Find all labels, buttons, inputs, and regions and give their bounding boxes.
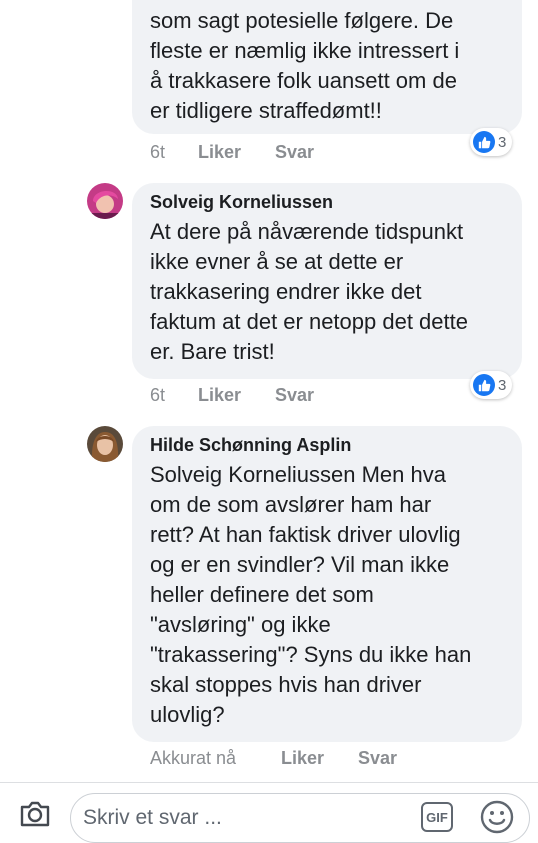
like-link[interactable]: Liker bbox=[198, 385, 275, 406]
reaction-badge[interactable]: 3 bbox=[470, 371, 513, 399]
comment-timestamp[interactable]: Akkurat nå bbox=[150, 748, 281, 769]
reply-link[interactable]: Svar bbox=[275, 142, 314, 163]
comment-bubble: Solveig Korneliussen At dere på nåværend… bbox=[132, 183, 522, 379]
comment-timestamp[interactable]: 6t bbox=[150, 142, 198, 163]
comment-actions: 6t Liker Svar bbox=[150, 385, 314, 406]
comment-text-line: At dere på nåværende tidspunkt bbox=[150, 219, 464, 244]
like-link[interactable]: Liker bbox=[198, 142, 275, 163]
comment-bubble: Hilde Schønning Asplin Solveig Kornelius… bbox=[132, 426, 522, 742]
like-link[interactable]: Liker bbox=[281, 748, 358, 769]
comment-author[interactable]: Solveig Korneliussen bbox=[150, 191, 506, 213]
comment-timestamp[interactable]: 6t bbox=[150, 385, 198, 406]
comment-text: At dere på nåværende tidspunkt ikke evne… bbox=[150, 217, 506, 367]
comment-text: Solveig Korneliussen Men hva om de som a… bbox=[150, 460, 506, 730]
avatar[interactable] bbox=[87, 426, 123, 462]
comment-actions: Akkurat nå Liker Svar bbox=[150, 748, 397, 769]
reply-input-placeholder: Skriv et svar ... bbox=[83, 806, 222, 829]
comment-bubble: som sagt potesielle følgere. De fleste e… bbox=[132, 0, 522, 134]
comment-text-line: fleste er næmlig ikke intressert i bbox=[150, 38, 460, 63]
reaction-count: 3 bbox=[498, 133, 507, 151]
comment-text-line: om de som avslører ham har bbox=[150, 492, 432, 517]
comment-text-line: rett? At han faktisk driver ulovlig bbox=[150, 522, 461, 547]
comment-text-line: trakkasering endrer ikke det bbox=[150, 279, 422, 304]
comment-text-line: er tidligere straffedømt!! bbox=[150, 98, 382, 123]
comment-actions: 6t Liker Svar bbox=[150, 142, 314, 163]
reply-composer: Skriv et svar ... GIF bbox=[0, 782, 538, 843]
comment-author[interactable]: Hilde Schønning Asplin bbox=[150, 434, 506, 456]
comment-text-line: faktum at det er netopp det dette bbox=[150, 309, 468, 334]
thumbs-up-icon bbox=[473, 374, 495, 396]
comment-text-line: og er en svindler? Vil man ikke bbox=[150, 552, 450, 577]
comment-text-line: Solveig Korneliussen Men hva bbox=[150, 462, 446, 487]
thumbs-up-icon bbox=[473, 131, 495, 153]
comment-text-line: ikke evner å se at dette er bbox=[150, 249, 404, 274]
comment-text-line: skal stoppes hvis han driver bbox=[150, 672, 422, 697]
comment-text-line: ulovlig? bbox=[150, 702, 225, 727]
reaction-count: 3 bbox=[498, 376, 507, 394]
emoji-icon[interactable] bbox=[479, 799, 515, 840]
reply-input[interactable]: Skriv et svar ... GIF bbox=[70, 793, 530, 843]
gif-icon[interactable]: GIF bbox=[421, 802, 453, 832]
comment-text-line: å trakkasere folk uansett om de bbox=[150, 68, 457, 93]
comment-text-line: "avsløring" og ikke bbox=[150, 612, 331, 637]
reply-link[interactable]: Svar bbox=[358, 748, 397, 769]
reply-link[interactable]: Svar bbox=[275, 385, 314, 406]
comment-text-line: heller definere det som bbox=[150, 582, 374, 607]
comment-text-line: som sagt potesielle følgere. De bbox=[150, 8, 454, 33]
avatar[interactable] bbox=[87, 183, 123, 219]
comment-text: som sagt potesielle følgere. De fleste e… bbox=[150, 6, 506, 126]
comment-text-line: er. Bare trist! bbox=[150, 339, 275, 364]
reaction-badge[interactable]: 3 bbox=[470, 128, 513, 156]
comment-text-line: "trakassering"? Syns du ikke han bbox=[150, 642, 472, 667]
camera-icon[interactable] bbox=[19, 800, 51, 833]
